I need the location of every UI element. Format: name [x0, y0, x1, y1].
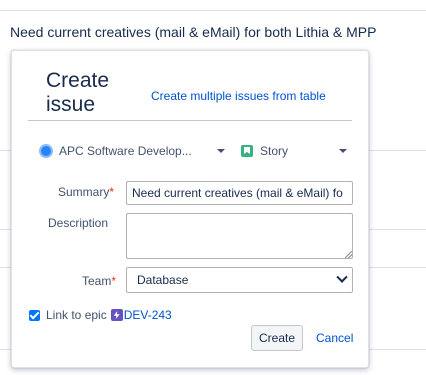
- required-marker: *: [109, 185, 115, 199]
- team-label-text: Team: [82, 274, 112, 288]
- page: Need current creatives (mail & eMail) fo…: [0, 0, 426, 375]
- create-issue-popup: Create issue Create multiple issues from…: [11, 50, 369, 368]
- link-to-epic-checkbox[interactable]: [29, 309, 40, 321]
- team-selected-value: Database: [137, 273, 189, 287]
- team-select[interactable]: Database: [126, 267, 353, 293]
- popup-title: Create issue: [46, 69, 110, 116]
- description-wrapper: [126, 213, 353, 259]
- project-avatar-icon: [39, 144, 53, 158]
- link-to-epic-label: Link to epic: [46, 308, 107, 322]
- issue-type-label: Story: [260, 144, 289, 158]
- resize-grip-icon[interactable]: [345, 251, 352, 258]
- summary-label-text: Summary: [58, 185, 110, 199]
- create-multiple-issues-link[interactable]: Create multiple issues from table: [151, 89, 326, 103]
- table-rule: [0, 10, 426, 11]
- create-button[interactable]: Create: [251, 325, 303, 351]
- description-input[interactable]: [126, 213, 353, 259]
- team-label: Team*: [82, 274, 116, 288]
- table-row: Need current creatives (mail & eMail) fo…: [10, 24, 377, 40]
- summary-label: Summary*: [58, 185, 114, 199]
- issue-type-selector[interactable]: Story: [241, 141, 347, 161]
- caret-down-icon: [217, 149, 225, 153]
- story-icon: [241, 145, 253, 157]
- project-label: APC Software Develop...: [59, 144, 192, 158]
- project-selector[interactable]: APC Software Develop...: [39, 141, 225, 161]
- required-marker: *: [111, 274, 117, 288]
- epic-icon: [110, 309, 123, 321]
- chevron-down-icon: [336, 271, 348, 283]
- link-to-epic-row: Link to epic DEV-243: [29, 308, 172, 322]
- caret-down-icon: [339, 149, 347, 153]
- description-label: Description: [48, 216, 109, 230]
- summary-input[interactable]: [126, 181, 353, 205]
- title-divider: [28, 120, 352, 121]
- epic-key-link[interactable]: DEV-243: [124, 308, 172, 322]
- cancel-link[interactable]: Cancel: [316, 331, 353, 345]
